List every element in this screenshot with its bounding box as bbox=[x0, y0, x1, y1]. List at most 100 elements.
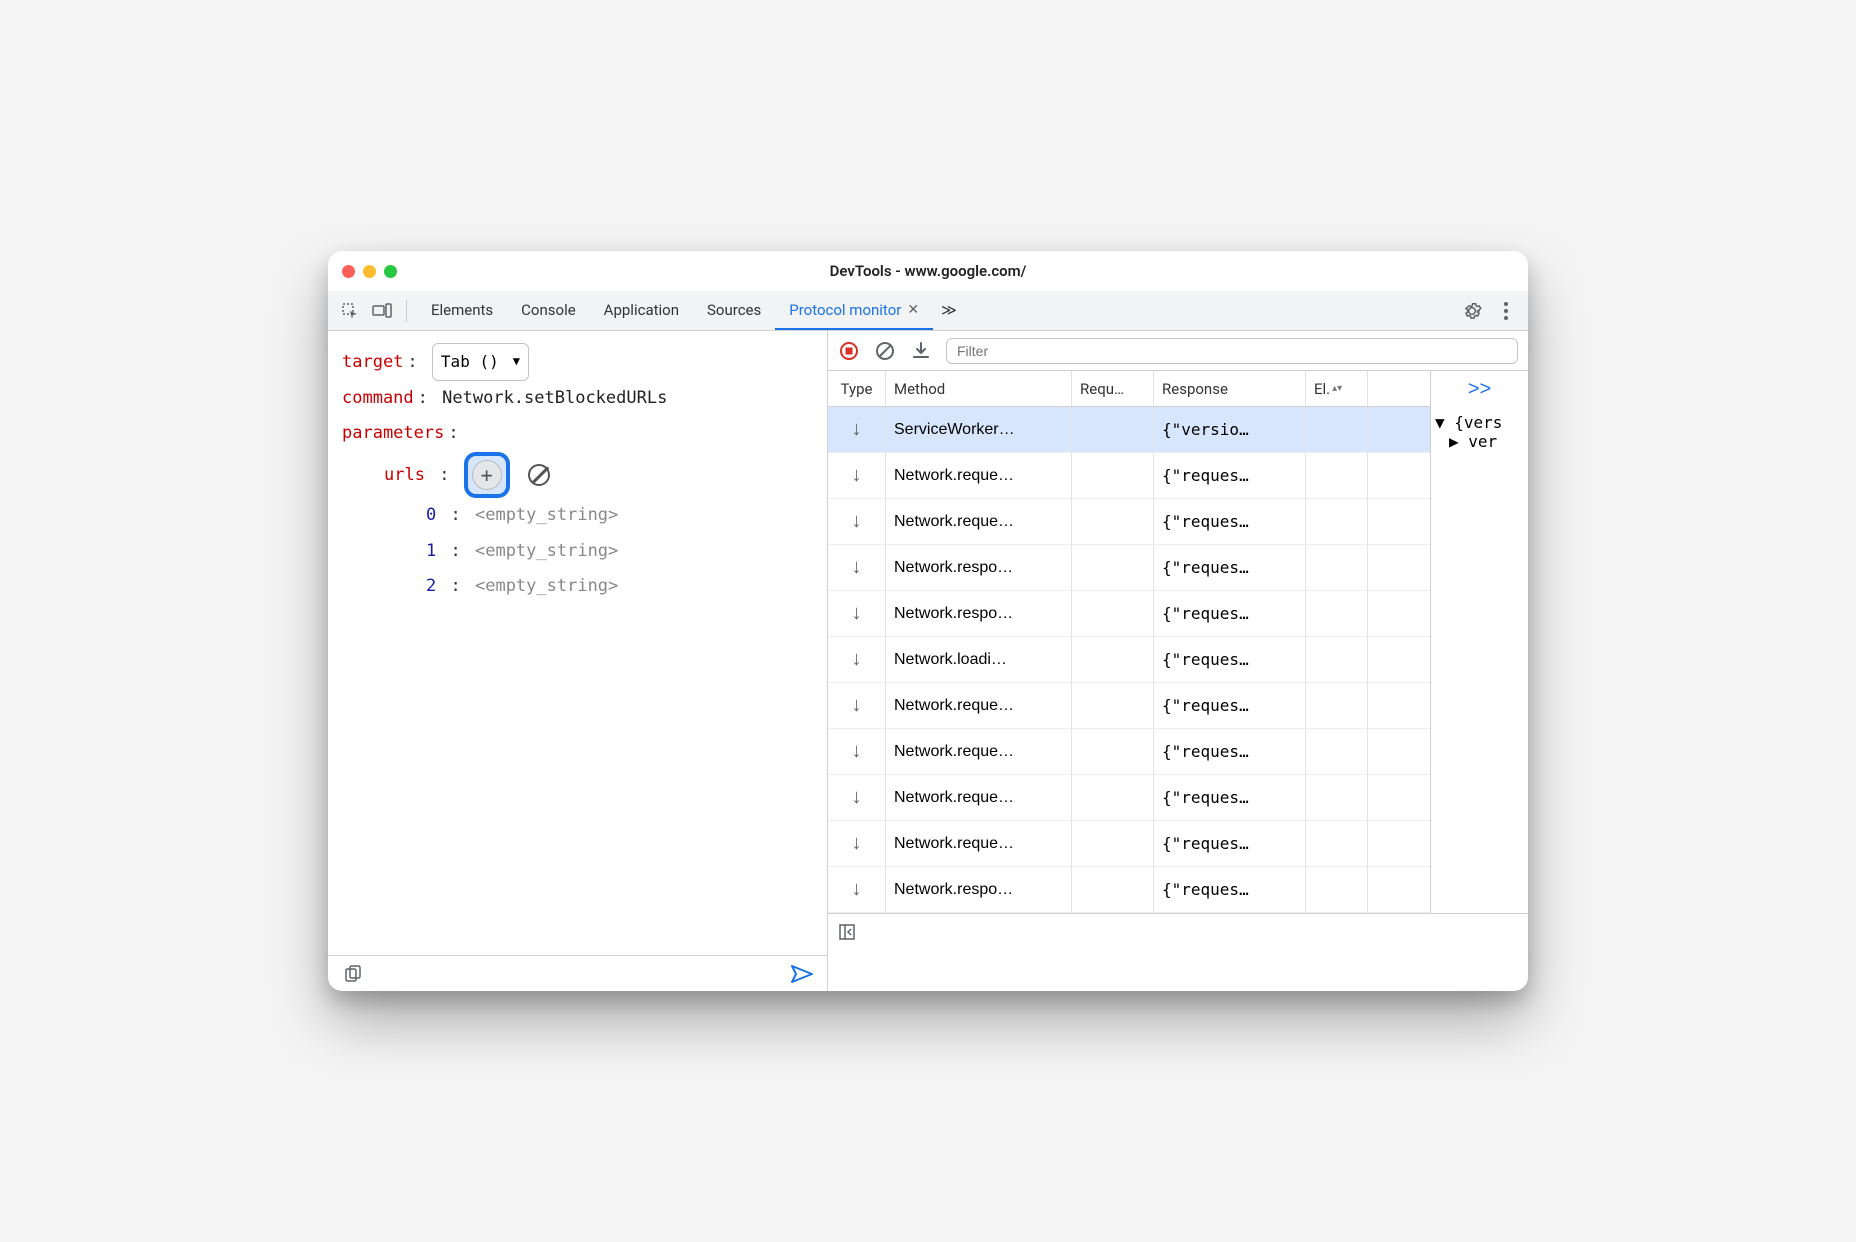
gear-icon bbox=[1462, 301, 1482, 321]
record-stop-icon bbox=[839, 341, 859, 361]
toggle-panel-button[interactable] bbox=[838, 923, 856, 941]
window-maximize-button[interactable] bbox=[384, 265, 397, 278]
urls-label: urls bbox=[384, 465, 425, 485]
row-type-cell: ↓ bbox=[828, 591, 886, 636]
row-elapsed-cell bbox=[1306, 545, 1368, 590]
table-row[interactable]: ↓Network.reque…{"reques… bbox=[828, 775, 1430, 821]
json-tree-root[interactable]: ▼ {vers bbox=[1435, 413, 1524, 432]
chevron-down-icon: ▼ bbox=[513, 349, 520, 374]
row-method-cell: Network.reque… bbox=[886, 683, 1072, 728]
command-value[interactable]: Network.setBlockedURLs bbox=[442, 388, 667, 408]
download-button[interactable] bbox=[910, 340, 932, 362]
tab-application[interactable]: Application bbox=[590, 291, 693, 330]
arrow-down-icon: ↓ bbox=[852, 510, 862, 533]
arrow-down-icon: ↓ bbox=[852, 648, 862, 671]
row-request-cell bbox=[1072, 821, 1154, 866]
filter-input[interactable] bbox=[946, 338, 1518, 364]
details-pane: >> ▼ {vers ▶ ver bbox=[1430, 371, 1528, 913]
send-icon bbox=[791, 965, 813, 983]
table-row[interactable]: ↓ Network.reque… {"reques… bbox=[828, 729, 1430, 775]
url-entry-0: 0 : <empty_string> bbox=[342, 498, 813, 534]
window-minimize-button[interactable] bbox=[363, 265, 376, 278]
window-close-button[interactable] bbox=[342, 265, 355, 278]
urls-row: urls : + bbox=[342, 452, 813, 498]
row-elapsed-cell bbox=[1306, 591, 1368, 636]
table-row[interactable]: ↓Network.reque…{"reques… bbox=[828, 499, 1430, 545]
json-tree-child[interactable]: ▶ ver bbox=[1435, 432, 1524, 451]
row-type-cell: ↓ bbox=[828, 637, 886, 682]
panel-tabs: Elements Console Application Sources Pro… bbox=[417, 291, 965, 330]
details-more-tabs[interactable]: >> bbox=[1431, 371, 1528, 407]
clear-urls-button[interactable] bbox=[528, 464, 550, 486]
row-method-cell: Network.reque… bbox=[886, 729, 1072, 774]
row-response-cell: {"reques… bbox=[1154, 821, 1306, 866]
table-row[interactable]: ↓Network.reque…{"reques… bbox=[828, 453, 1430, 499]
row-response-cell: {"reques… bbox=[1154, 683, 1306, 728]
row-elapsed-cell bbox=[1306, 683, 1368, 728]
clear-icon bbox=[875, 341, 895, 361]
add-url-highlighted: + bbox=[464, 452, 510, 498]
settings-button[interactable] bbox=[1458, 297, 1486, 325]
copy-icon bbox=[344, 965, 362, 983]
row-response-cell: {"reques… bbox=[1154, 775, 1306, 820]
row-response-cell: {"reques… bbox=[1154, 591, 1306, 636]
main-tabbar: Elements Console Application Sources Pro… bbox=[328, 291, 1528, 331]
send-command-button[interactable] bbox=[789, 961, 815, 987]
target-select[interactable]: Tab () ▼ bbox=[432, 343, 529, 381]
row-response-cell: {"reques… bbox=[1154, 453, 1306, 498]
parameters-row: parameters: bbox=[342, 416, 813, 452]
row-elapsed-cell bbox=[1306, 453, 1368, 498]
tab-elements[interactable]: Elements bbox=[417, 291, 507, 330]
table-row[interactable]: ↓ServiceWorker…{"versio… bbox=[828, 407, 1430, 453]
col-response[interactable]: Response bbox=[1154, 371, 1306, 406]
device-toolbar-icon[interactable] bbox=[368, 297, 396, 325]
col-method[interactable]: Method bbox=[886, 371, 1072, 406]
col-request[interactable]: Requ… bbox=[1072, 371, 1154, 406]
tab-console[interactable]: Console bbox=[507, 291, 590, 330]
arrow-down-icon: ↓ bbox=[852, 602, 862, 625]
copy-button[interactable] bbox=[340, 961, 366, 987]
close-icon[interactable]: ✕ bbox=[907, 302, 919, 318]
record-button[interactable] bbox=[838, 340, 860, 362]
command-label: command bbox=[342, 388, 414, 408]
table-row[interactable]: ↓ Network.reque… {"reques… bbox=[828, 821, 1430, 867]
row-type-cell: ↓ bbox=[828, 867, 886, 912]
row-method-cell: Network.loadi… bbox=[886, 637, 1072, 682]
table-row[interactable]: ↓Network.respo…{"reques… bbox=[828, 867, 1430, 913]
row-type-cell: ↓ bbox=[828, 407, 886, 452]
command-row: command: Network.setBlockedURLs bbox=[342, 381, 813, 417]
download-icon bbox=[912, 341, 930, 361]
table-row[interactable]: ↓Network.reque…{"reques… bbox=[828, 683, 1430, 729]
col-type[interactable]: Type bbox=[828, 371, 886, 406]
row-elapsed-cell bbox=[1306, 867, 1368, 912]
messages-table[interactable]: ↓ServiceWorker…{"versio…↓Network.reque…{… bbox=[828, 407, 1430, 913]
tab-sources[interactable]: Sources bbox=[693, 291, 775, 330]
table-row[interactable]: ↓Network.respo…{"reques… bbox=[828, 591, 1430, 637]
arrow-down-icon: ↓ bbox=[852, 464, 862, 487]
table-row[interactable]: ↓Network.respo…{"reques… bbox=[828, 545, 1430, 591]
panel-toggle-icon bbox=[838, 923, 856, 941]
messages-toolbar bbox=[828, 331, 1528, 371]
devtools-window: DevTools - www.google.com/ Elements Cons… bbox=[328, 251, 1528, 991]
row-method-cell: Network.reque… bbox=[886, 821, 1072, 866]
more-options-button[interactable] bbox=[1492, 297, 1520, 325]
clear-button[interactable] bbox=[874, 340, 896, 362]
row-type-cell: ↓ bbox=[828, 729, 886, 774]
tab-protocol-monitor[interactable]: Protocol monitor ✕ bbox=[775, 291, 933, 330]
arrow-down-icon: ↓ bbox=[852, 418, 862, 441]
inspect-element-icon[interactable] bbox=[336, 297, 364, 325]
col-elapsed[interactable]: El. ▴▾ bbox=[1306, 371, 1368, 406]
sort-indicator-icon: ▴▾ bbox=[1332, 383, 1342, 394]
url-entry-2: 2 : <empty_string> bbox=[342, 569, 813, 605]
add-url-button[interactable]: + bbox=[472, 460, 502, 490]
row-request-cell bbox=[1072, 499, 1154, 544]
arrow-down-icon: ↓ bbox=[852, 832, 862, 855]
row-response-cell: {"reques… bbox=[1154, 729, 1306, 774]
row-request-cell bbox=[1072, 867, 1154, 912]
row-elapsed-cell bbox=[1306, 729, 1368, 774]
window-title: DevTools - www.google.com/ bbox=[328, 262, 1528, 280]
table-row[interactable]: ↓Network.loadi…{"reques… bbox=[828, 637, 1430, 683]
arrow-down-icon: ↓ bbox=[852, 740, 862, 763]
more-tabs-button[interactable]: ≫ bbox=[933, 291, 965, 330]
arrow-down-icon: ↓ bbox=[852, 878, 862, 901]
